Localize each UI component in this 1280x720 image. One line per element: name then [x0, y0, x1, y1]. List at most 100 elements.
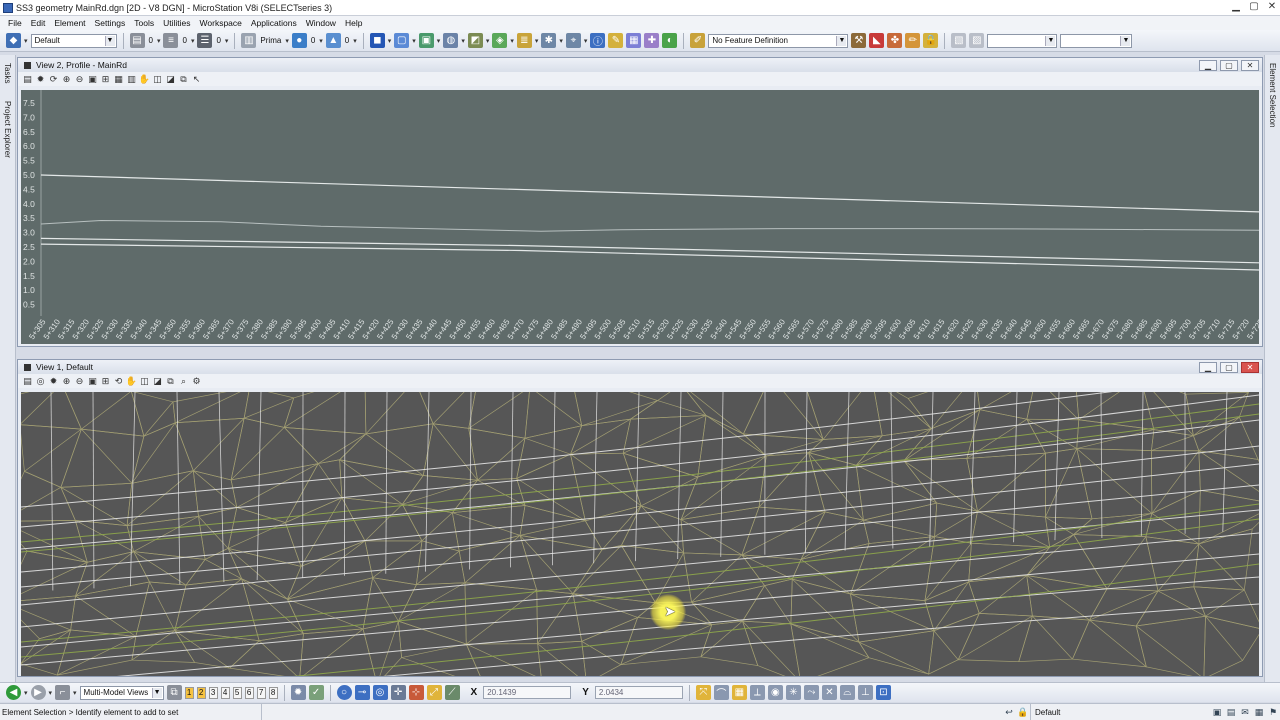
bisector-snap-icon[interactable]: ⊹: [408, 685, 424, 700]
x-coordinate-field[interactable]: 20.1439: [483, 686, 572, 699]
pan-icon[interactable]: ✋: [126, 376, 137, 387]
display-style-icon[interactable]: ◎: [35, 376, 46, 387]
element-attributes-icon[interactable]: ◆: [6, 33, 21, 48]
close-button[interactable]: ✕: [1264, 0, 1280, 14]
level-dropdown[interactable]: Default ▼: [30, 33, 117, 48]
menu-window[interactable]: Window: [306, 18, 336, 28]
nearest-snap-icon[interactable]: ⌒: [713, 685, 729, 700]
lock-status-icon[interactable]: 🔒: [1016, 706, 1030, 718]
view-menu-icon[interactable]: [24, 61, 31, 69]
accudraw-icon[interactable]: ✱: [541, 33, 557, 48]
level-display-icon[interactable]: ≣: [516, 33, 532, 48]
back-icon[interactable]: ◀: [6, 685, 21, 700]
profile-canvas[interactable]: 7.5 7.0 6.5 6.0 5.5 5.0 4.5 4.0 3.5 3.0 2.5 2.0 1.5 1…: [21, 90, 1259, 344]
fit-view-icon[interactable]: ⊞: [100, 74, 111, 85]
view-toggle-3[interactable]: 3: [208, 686, 218, 699]
view-groups-icon[interactable]: ⧉: [166, 685, 182, 700]
disabled-tool-1-icon[interactable]: ▧: [951, 33, 967, 48]
disabled-tool-2-icon[interactable]: ▨: [969, 33, 985, 48]
keypoint-snap-icon[interactable]: ○: [336, 685, 352, 700]
view-1-close-button[interactable]: ✕: [1241, 361, 1259, 373]
perpendicular-snap-icon[interactable]: ⟂: [749, 685, 765, 700]
multi-snap-icon[interactable]: ✳: [785, 685, 801, 700]
menu-file[interactable]: File: [8, 18, 22, 28]
previous-view-icon[interactable]: ◫: [139, 376, 150, 387]
element-selection-icon[interactable]: ◼: [369, 33, 385, 48]
fit-snap-icon[interactable]: ⊡: [875, 685, 891, 700]
copy-view-icon[interactable]: ⧉: [165, 376, 176, 387]
save-status-icon[interactable]: ▦: [1252, 706, 1266, 718]
next-view-icon[interactable]: ◪: [152, 376, 163, 387]
saved-views-icon[interactable]: ✚: [644, 33, 660, 48]
table-icon[interactable]: ▥: [126, 74, 137, 85]
render-icon[interactable]: ◐: [662, 33, 678, 48]
zoom-in-icon[interactable]: ⊕: [61, 74, 72, 85]
key-in-icon[interactable]: ✎: [608, 33, 624, 48]
camera-icon[interactable]: ⌕: [178, 376, 189, 387]
file-status-icon[interactable]: ▣: [1210, 706, 1224, 718]
active-level-status[interactable]: Default: [1030, 703, 1210, 720]
measure-icon[interactable]: ⌖: [565, 33, 581, 48]
view-2-minimize-button[interactable]: ▁: [1199, 59, 1217, 71]
update-view-icon[interactable]: ✹: [48, 376, 59, 387]
references-icon[interactable]: ▣: [418, 33, 434, 48]
y-coordinate-field[interactable]: 2.0434: [594, 686, 683, 699]
rotate-view-icon[interactable]: ⟲: [113, 376, 124, 387]
update-view-icon[interactable]: ⟳: [48, 74, 59, 85]
info-icon[interactable]: ⓘ: [590, 33, 606, 48]
midpoint-snap-icon[interactable]: ⊸: [354, 685, 370, 700]
view-2-maximize-button[interactable]: ▢: [1220, 59, 1238, 71]
view-toggle-4[interactable]: 4: [220, 686, 230, 699]
view-attributes-icon[interactable]: ▤: [22, 376, 33, 387]
fence-icon[interactable]: ▢: [394, 33, 410, 48]
view-group-icon[interactable]: ⌐: [55, 685, 71, 700]
plan-canvas[interactable]: [21, 392, 1259, 676]
print-status-icon[interactable]: ▤: [1224, 706, 1238, 718]
view-menu-icon[interactable]: [24, 363, 31, 371]
view-2-close-button[interactable]: ✕: [1241, 59, 1259, 71]
snap-toggle-icon[interactable]: ⤧: [695, 685, 711, 700]
pan-icon[interactable]: ✋: [139, 74, 150, 85]
zoom-out-icon[interactable]: ⊖: [74, 74, 85, 85]
view-toggle-7[interactable]: 7: [256, 686, 266, 699]
view-1-minimize-button[interactable]: ▁: [1199, 361, 1217, 373]
line-style-icon[interactable]: ≡: [163, 33, 179, 48]
element-selection-tab[interactable]: Element Selection: [1268, 63, 1277, 127]
window-area-icon[interactable]: ▣: [87, 376, 98, 387]
view-toggle-8[interactable]: 8: [268, 686, 278, 699]
point-snap-icon[interactable]: ◉: [767, 685, 783, 700]
level-manager-icon[interactable]: ◈: [492, 33, 508, 48]
view-1-maximize-button[interactable]: ▢: [1220, 361, 1238, 373]
view-toggle-5[interactable]: 5: [232, 686, 242, 699]
empty-dropdown-2[interactable]: ▼: [1060, 33, 1133, 48]
lock-icon[interactable]: 🔒: [923, 33, 939, 48]
priority-icon[interactable]: ▲: [325, 33, 341, 48]
menu-edit[interactable]: Edit: [31, 18, 46, 28]
menu-utilities[interactable]: Utilities: [163, 18, 190, 28]
civil-tool-4-icon[interactable]: ✏: [905, 33, 921, 48]
menu-element[interactable]: Element: [54, 18, 85, 28]
menu-workspace[interactable]: Workspace: [200, 18, 242, 28]
zoom-out-icon[interactable]: ⊖: [74, 376, 85, 387]
window-area-icon[interactable]: ▣: [87, 74, 98, 85]
snap-settings-icon[interactable]: ✹: [290, 685, 306, 700]
cross-snap-icon[interactable]: ✕: [821, 685, 837, 700]
raster-icon[interactable]: ◍: [443, 33, 459, 48]
civil-tool-1-icon[interactable]: ⚒: [851, 33, 867, 48]
cells-icon[interactable]: ▦: [626, 33, 642, 48]
model-views-dropdown[interactable]: Multi-Model Views ▼: [79, 685, 164, 700]
zoom-in-icon[interactable]: ⊕: [61, 376, 72, 387]
undo-icon[interactable]: ↩: [1002, 706, 1016, 718]
menu-settings[interactable]: Settings: [95, 18, 126, 28]
origin-snap-icon[interactable]: ✛: [390, 685, 406, 700]
next-view-icon[interactable]: ◪: [165, 74, 176, 85]
menu-help[interactable]: Help: [345, 18, 362, 28]
element-class-icon[interactable]: ▥: [241, 33, 257, 48]
snap-mode-icon[interactable]: ✓: [308, 685, 324, 700]
empty-dropdown-1[interactable]: ▼: [987, 33, 1058, 48]
color-icon[interactable]: ▤: [129, 33, 145, 48]
view-toggle-1[interactable]: 1: [184, 686, 194, 699]
maximize-button[interactable]: ▢: [1246, 0, 1262, 14]
tangent-snap-icon[interactable]: ⟋: [444, 685, 460, 700]
arc-snap-icon[interactable]: ⌓: [839, 685, 855, 700]
